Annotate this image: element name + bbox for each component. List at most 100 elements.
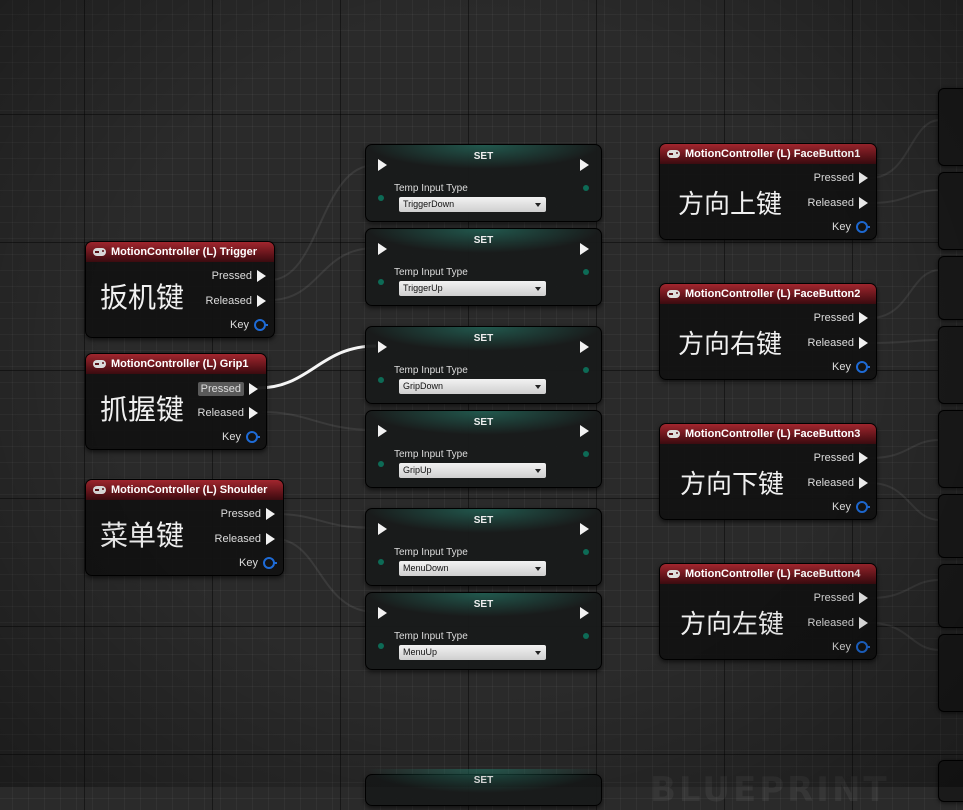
- exec-out-pin-icon[interactable]: [580, 607, 589, 619]
- event-node-grip1[interactable]: MotionController (L) Grip1 抓握键 Pressed R…: [85, 353, 267, 450]
- exec-pin-icon[interactable]: [249, 407, 258, 419]
- key-pin-icon[interactable]: [856, 221, 870, 233]
- exec-out-pin-icon[interactable]: [580, 425, 589, 437]
- set-node-menu-up[interactable]: SET Temp Input Type MenuUp: [365, 592, 602, 670]
- released-pin-row[interactable]: Released: [198, 407, 258, 419]
- event-node-shoulder[interactable]: MotionController (L) Shoulder 菜单键 Presse…: [85, 479, 284, 576]
- set-node-menu-down[interactable]: SET Temp Input Type MenuDown: [365, 508, 602, 586]
- offscreen-node[interactable]: [938, 760, 963, 802]
- data-in-pin-icon[interactable]: [378, 643, 384, 649]
- key-pin-icon[interactable]: [246, 431, 260, 443]
- data-in-pin-icon[interactable]: [378, 195, 384, 201]
- exec-pin-icon[interactable]: [266, 533, 275, 545]
- data-out-pin-icon[interactable]: [583, 549, 589, 555]
- key-pin-row[interactable]: Key: [222, 431, 260, 443]
- set-node-partial[interactable]: SET: [365, 769, 602, 806]
- key-pin-icon[interactable]: [856, 501, 870, 513]
- input-type-select[interactable]: TriggerUp: [399, 281, 546, 296]
- wire-grip-pressed: [257, 344, 377, 390]
- offscreen-node[interactable]: [938, 634, 963, 712]
- released-pin-row[interactable]: Released: [808, 337, 868, 349]
- event-node-facebutton3[interactable]: MotionController (L) FaceButton3 方向下键 Pr…: [659, 423, 877, 520]
- exec-in-pin-icon[interactable]: [378, 341, 387, 353]
- key-pin-icon[interactable]: [263, 557, 277, 569]
- data-out-pin-icon[interactable]: [583, 367, 589, 373]
- event-node-facebutton2[interactable]: MotionController (L) FaceButton2 方向右键 Pr…: [659, 283, 877, 380]
- offscreen-node[interactable]: [938, 564, 963, 628]
- exec-out-pin-icon[interactable]: [580, 523, 589, 535]
- pressed-pin-row[interactable]: Pressed: [814, 452, 868, 464]
- data-in-pin-icon[interactable]: [378, 279, 384, 285]
- event-node-trigger[interactable]: MotionController (L) Trigger 扳机键 Pressed…: [85, 241, 275, 338]
- offscreen-node[interactable]: [938, 494, 963, 558]
- key-pin-row[interactable]: Key: [832, 641, 870, 653]
- exec-pin-icon[interactable]: [859, 312, 868, 324]
- exec-in-pin-icon[interactable]: [378, 425, 387, 437]
- pressed-pin-row[interactable]: Pressed: [814, 592, 868, 604]
- data-in-pin-icon[interactable]: [378, 377, 384, 383]
- key-pin-icon[interactable]: [856, 641, 870, 653]
- exec-in-pin-icon[interactable]: [378, 607, 387, 619]
- released-pin-row[interactable]: Released: [808, 477, 868, 489]
- exec-in-pin-icon[interactable]: [378, 243, 387, 255]
- data-out-pin-icon[interactable]: [583, 633, 589, 639]
- exec-pin-icon[interactable]: [859, 197, 868, 209]
- offscreen-node[interactable]: [938, 88, 963, 166]
- data-out-pin-icon[interactable]: [583, 185, 589, 191]
- key-pin-row[interactable]: Key: [832, 221, 870, 233]
- pressed-pin-row[interactable]: Pressed: [221, 508, 275, 520]
- key-pin-row[interactable]: Key: [832, 501, 870, 513]
- event-node-title: MotionController (L) Grip1: [111, 358, 249, 370]
- event-node-facebutton1[interactable]: MotionController (L) FaceButton1 方向上键 Pr…: [659, 143, 877, 240]
- key-pin-icon[interactable]: [254, 319, 268, 331]
- exec-pin-icon[interactable]: [859, 477, 868, 489]
- data-out-pin-icon[interactable]: [583, 269, 589, 275]
- input-type-select[interactable]: GripUp: [399, 463, 546, 478]
- data-out-pin-icon[interactable]: [583, 451, 589, 457]
- released-pin-row[interactable]: Released: [808, 197, 868, 209]
- exec-pin-icon[interactable]: [859, 592, 868, 604]
- exec-pin-icon[interactable]: [859, 172, 868, 184]
- key-pin-row[interactable]: Key: [239, 557, 277, 569]
- exec-in-pin-icon[interactable]: [378, 523, 387, 535]
- set-node-trigger-up[interactable]: SET Temp Input Type TriggerUp: [365, 228, 602, 306]
- exec-pin-icon[interactable]: [249, 383, 258, 395]
- event-node-facebutton4[interactable]: MotionController (L) FaceButton4 方向左键 Pr…: [659, 563, 877, 660]
- key-pin-row[interactable]: Key: [230, 319, 268, 331]
- input-type-select[interactable]: MenuDown: [399, 561, 546, 576]
- offscreen-node[interactable]: [938, 410, 963, 488]
- node-comment: 扳机键: [100, 281, 185, 314]
- set-node-grip-up[interactable]: SET Temp Input Type GripUp: [365, 410, 602, 488]
- key-pin-icon[interactable]: [856, 361, 870, 373]
- input-type-select[interactable]: MenuUp: [399, 645, 546, 660]
- exec-pin-icon[interactable]: [859, 617, 868, 629]
- pressed-pin-row[interactable]: Pressed: [212, 270, 266, 282]
- data-in-pin-icon[interactable]: [378, 559, 384, 565]
- offscreen-node[interactable]: [938, 172, 963, 250]
- pressed-pin-row[interactable]: Pressed: [814, 172, 868, 184]
- exec-pin-icon[interactable]: [266, 508, 275, 520]
- exec-pin-icon[interactable]: [257, 270, 266, 282]
- released-pin-row[interactable]: Released: [206, 295, 266, 307]
- exec-pin-icon[interactable]: [859, 452, 868, 464]
- exec-in-pin-icon[interactable]: [378, 159, 387, 171]
- offscreen-node[interactable]: [938, 326, 963, 404]
- set-node-grip-down[interactable]: SET Temp Input Type GripDown: [365, 326, 602, 404]
- key-pin-row[interactable]: Key: [832, 361, 870, 373]
- pressed-pin-row[interactable]: Pressed: [197, 382, 258, 396]
- released-pin-row[interactable]: Released: [808, 617, 868, 629]
- exec-out-pin-icon[interactable]: [580, 159, 589, 171]
- exec-out-pin-icon[interactable]: [580, 243, 589, 255]
- data-in-pin-icon[interactable]: [378, 461, 384, 467]
- exec-out-pin-icon[interactable]: [580, 341, 589, 353]
- exec-pin-icon[interactable]: [257, 295, 266, 307]
- input-type-select[interactable]: TriggerDown: [399, 197, 546, 212]
- input-type-select[interactable]: GripDown: [399, 379, 546, 394]
- exec-pin-icon[interactable]: [859, 337, 868, 349]
- set-node-trigger-down[interactable]: SET Temp Input Type TriggerDown: [365, 144, 602, 222]
- event-node-title: MotionController (L) FaceButton4: [685, 568, 861, 580]
- offscreen-node[interactable]: [938, 256, 963, 320]
- released-pin-row[interactable]: Released: [215, 533, 275, 545]
- pin-label: Pressed: [813, 452, 854, 464]
- pressed-pin-row[interactable]: Pressed: [814, 312, 868, 324]
